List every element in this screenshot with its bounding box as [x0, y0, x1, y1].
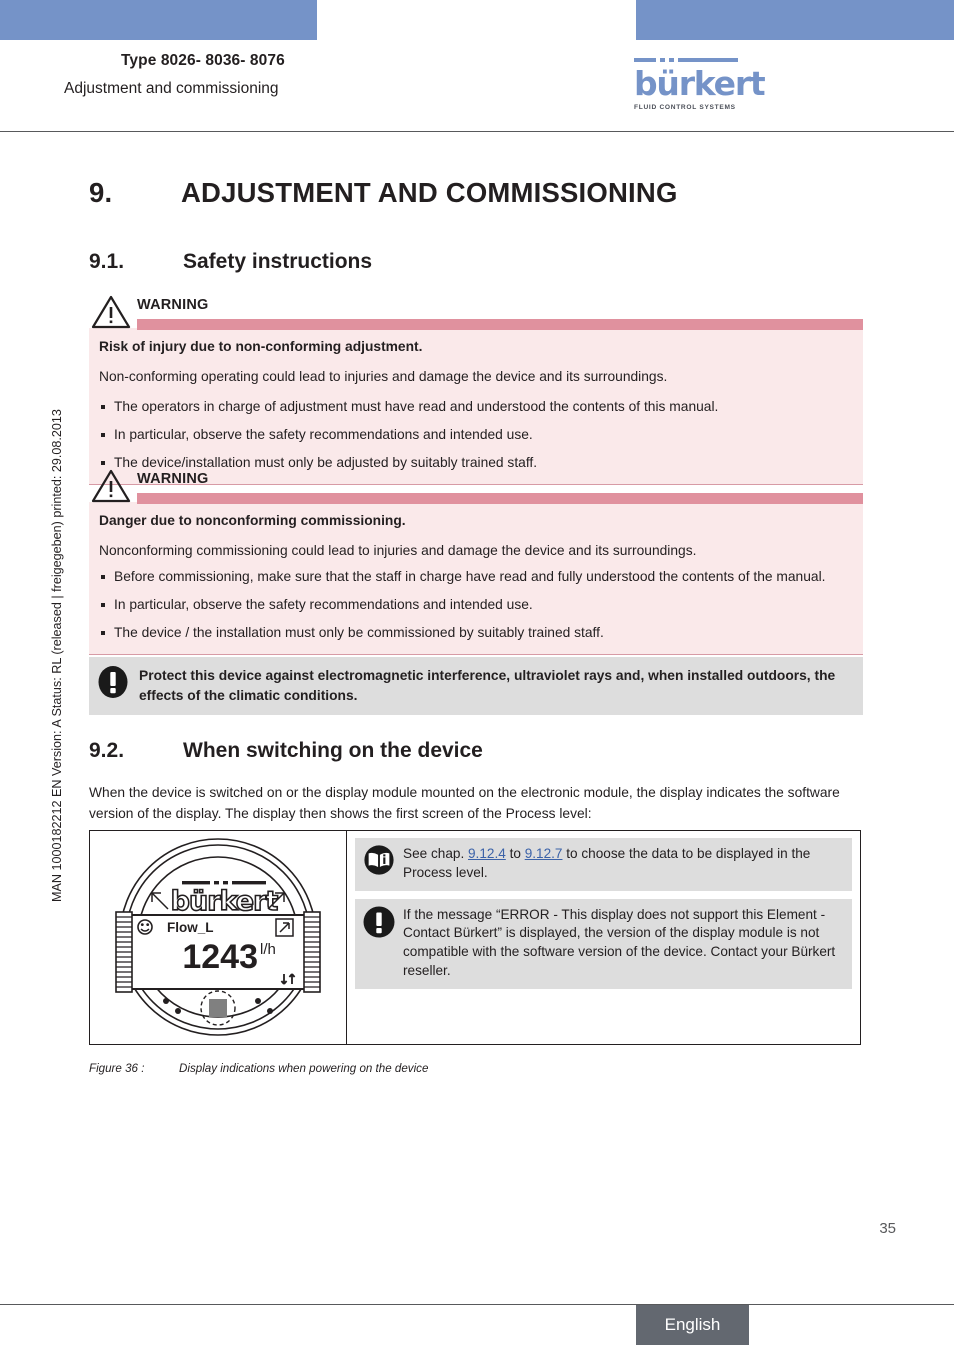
- figure-note-text: If the message “ERROR - This display doe…: [403, 906, 836, 978]
- warning-bullet-list: Before commissioning, make sure that the…: [99, 567, 853, 644]
- chapter-link-9124[interactable]: 9.12.4: [468, 846, 506, 861]
- warning-accent-bar: [137, 493, 863, 504]
- device-unit: l/h: [260, 941, 276, 958]
- figure-caption: Figure 36 : Display indications when powe…: [89, 1062, 428, 1075]
- logo-wordmark: bürkert: [634, 64, 766, 103]
- warning-label: WARNING: [137, 297, 209, 313]
- device-value: 1243: [182, 938, 258, 976]
- warning-body: Risk of injury due to non-conforming adj…: [89, 328, 863, 484]
- info-note-text: Protect this device against electromagne…: [139, 668, 836, 703]
- list-item: The operators in charge of adjustment mu…: [99, 397, 853, 418]
- list-item: The device / the installation must only …: [99, 623, 853, 644]
- note-middle: to: [505, 846, 525, 861]
- figure-caption-label: Figure 36 :: [89, 1062, 145, 1075]
- device-display-drawing: bürkert Flow_L 1243 l/h: [115, 838, 321, 1036]
- warning-block-1: WARNING Risk of injury due to non-confor…: [89, 295, 863, 485]
- document-revision-sidenote: MAN 1000182212 EN Version: A Status: RL …: [50, 409, 64, 902]
- subsection-title: Safety instructions: [183, 250, 373, 273]
- list-item: Before commissioning, make sure that the…: [99, 567, 853, 588]
- section-number: 9.: [89, 177, 113, 208]
- warning-lead-text: Danger due to nonconforming commissionin…: [99, 513, 406, 528]
- figure-caption-text: Display indications when powering on the…: [179, 1062, 429, 1075]
- warning-paragraph: Nonconforming commissioning could lead t…: [99, 542, 697, 558]
- info-note-content: Protect this device against electromagne…: [89, 657, 863, 715]
- section-heading-9: 9. ADJUSTMENT AND COMMISSIONING: [89, 177, 678, 209]
- list-item: In particular, observe the safety recomm…: [99, 595, 853, 616]
- header-accent-bar-right: [636, 0, 954, 40]
- section-heading-9-1: 9.1. Safety instructions: [89, 250, 372, 274]
- info-note-block: Protect this device against electromagne…: [89, 657, 863, 716]
- header-accent-bar-left: [0, 0, 317, 40]
- warning-lead-text: Risk of injury due to non-conforming adj…: [99, 339, 423, 354]
- language-badge: English: [636, 1305, 749, 1345]
- document-page: Type 8026- 8036- 8076 Adjustment and com…: [0, 0, 954, 1350]
- section-heading-9-2: 9.2. When switching on the device: [89, 739, 483, 763]
- warning-paragraph: Non-conforming operating could lead to i…: [99, 368, 668, 384]
- warning-header: WARNING: [89, 469, 863, 504]
- section-title: ADJUSTMENT AND COMMISSIONING: [181, 177, 678, 208]
- svg-text:bürkert: bürkert: [171, 886, 279, 917]
- subsection-number: 9.1.: [89, 250, 125, 273]
- subsection-title: When switching on the device: [183, 739, 483, 762]
- device-brand-mark: bürkert: [170, 881, 280, 918]
- header-type-line: Type 8026- 8036- 8076: [121, 52, 285, 69]
- burkert-logo: bürkert FLUID CONTROL SYSTEMS: [634, 58, 766, 111]
- warning-label: WARNING: [137, 471, 209, 487]
- section-92-paragraph: When the device is switched on or the di…: [89, 785, 840, 821]
- logo-umlaut-dashes: [634, 58, 738, 67]
- warning-triangle-icon: [91, 295, 131, 329]
- warning-block-2: WARNING Danger due to nonconforming comm…: [89, 469, 863, 655]
- footer-divider: [0, 1304, 954, 1305]
- figure-note-reference: See chap. 9.12.4 to 9.12.7 to choose the…: [355, 838, 852, 891]
- exclamation-icon: [363, 906, 395, 937]
- device-channel-label: Flow_L: [167, 920, 214, 935]
- chapter-link-9127[interactable]: 9.12.7: [525, 846, 563, 861]
- figure-note-error: If the message “ERROR - This display doe…: [355, 898, 852, 989]
- warning-header: WARNING: [89, 295, 863, 330]
- device-illustration: bürkert Flow_L 1243 l/h: [90, 831, 346, 1044]
- warning-body: Danger due to nonconforming commissionin…: [89, 502, 863, 654]
- exclamation-icon: [98, 666, 128, 698]
- warning-bullet-list: The operators in charge of adjustment mu…: [99, 397, 853, 474]
- warning-bottom-rule: [89, 653, 863, 655]
- warning-triangle-icon: [91, 469, 131, 503]
- list-item: In particular, observe the safety recomm…: [99, 425, 853, 446]
- figure-container: bürkert Flow_L 1243 l/h See chap. 9.12.4…: [89, 830, 861, 1045]
- figure-note-text: See chap. 9.12.4 to 9.12.7 to choose the…: [355, 838, 852, 891]
- subsection-number: 9.2.: [89, 739, 125, 762]
- book-info-icon: [364, 845, 394, 875]
- warning-accent-bar: [137, 319, 863, 330]
- note-prefix: See chap.: [403, 846, 468, 861]
- header-divider: [0, 131, 954, 132]
- logo-tagline: FLUID CONTROL SYSTEMS: [634, 104, 736, 111]
- header-subtitle: Adjustment and commissioning: [64, 80, 279, 97]
- page-number: 35: [879, 1220, 896, 1237]
- figure-notes: See chap. 9.12.4 to 9.12.7 to choose the…: [347, 831, 860, 1044]
